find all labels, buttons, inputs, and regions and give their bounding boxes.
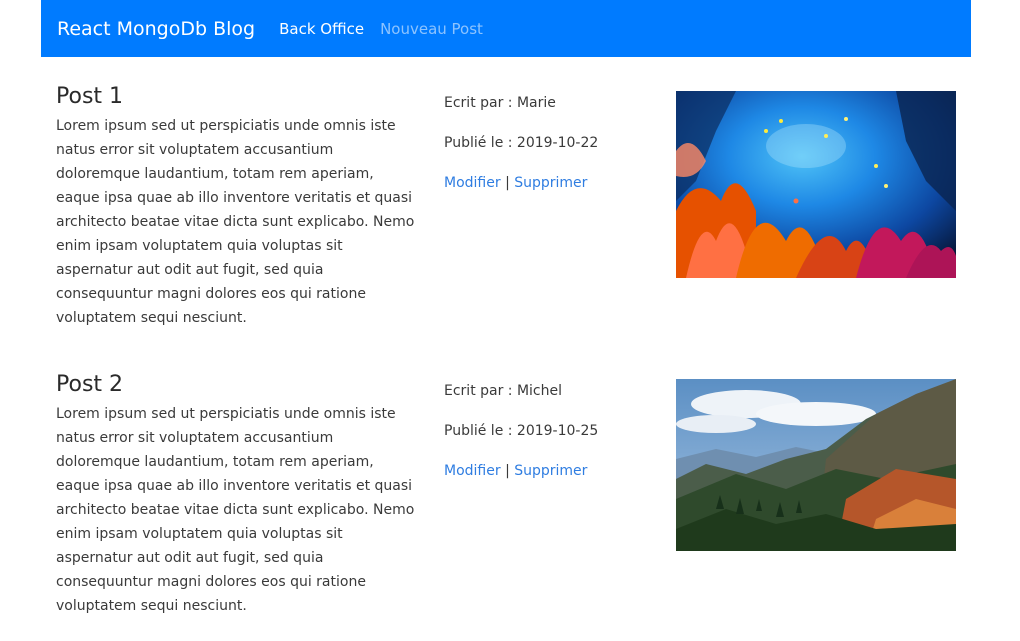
post-actions: Modifier | Supprimer	[444, 459, 598, 499]
post-author: Ecrit par : Michel	[444, 383, 563, 399]
mountain-landscape-image	[676, 379, 956, 551]
post-date: Publié le : 2019-10-25	[444, 423, 599, 439]
post-title: Post 2	[56, 372, 124, 397]
post-body: Lorem ipsum sed ut perspiciatis unde omn…	[56, 406, 415, 614]
post-actions: Modifier | Supprimer	[444, 171, 598, 211]
post-date: Publié le : 2019-10-22	[444, 135, 599, 151]
post-author: Ecrit par : Marie	[444, 95, 556, 111]
edit-post-link[interactable]: Modifier	[444, 463, 501, 479]
delete-post-link[interactable]: Supprimer	[514, 175, 587, 191]
edit-post-link[interactable]: Modifier	[444, 175, 501, 191]
actions-separator: |	[505, 463, 510, 479]
navbar: React MongoDb Blog Back Office Nouveau P…	[41, 0, 971, 57]
post-card: Post 2 Lorem ipsum sed ut perspiciatis u…	[56, 371, 956, 641]
nav-back-office-link[interactable]: Back Office	[279, 20, 364, 38]
post-body: Lorem ipsum sed ut perspiciatis unde omn…	[56, 118, 415, 326]
post-card: Post 1 Lorem ipsum sed ut perspiciatis u…	[56, 83, 956, 353]
post-meta: Ecrit par : Michel Publié le : 2019-10-2…	[444, 379, 598, 499]
actions-separator: |	[505, 175, 510, 191]
post-title: Post 1	[56, 84, 124, 109]
brand-link[interactable]: React MongoDb Blog	[57, 18, 255, 40]
post-meta: Ecrit par : Marie Publié le : 2019-10-22…	[444, 91, 598, 211]
delete-post-link[interactable]: Supprimer	[514, 463, 587, 479]
coral-reef-image	[676, 91, 956, 278]
nav-new-post-link[interactable]: Nouveau Post	[380, 20, 483, 38]
